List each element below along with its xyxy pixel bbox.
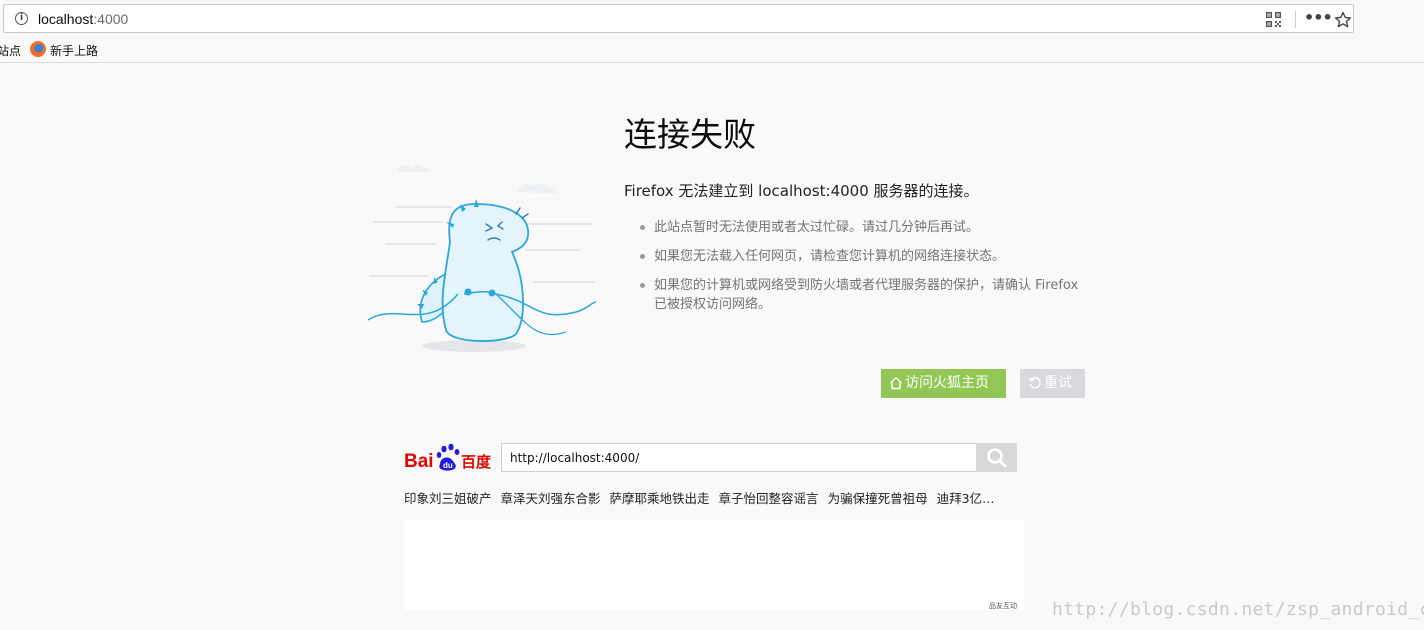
hot-search-link[interactable]: 印象刘三姐破产	[404, 491, 492, 506]
dinosaur-illustration-icon	[367, 165, 597, 352]
svg-text:百度: 百度	[461, 453, 492, 471]
bookmarks-toolbar: 站点 新手上路	[0, 36, 1424, 62]
svg-text:du: du	[443, 461, 453, 470]
error-tip: 如果您无法载入任何网页，请检查您计算机的网络连接状态。	[640, 247, 1080, 266]
search-icon	[987, 448, 1007, 468]
toolbar-divider	[0, 62, 1424, 63]
refresh-icon	[1028, 377, 1041, 389]
baidu-search-input[interactable]	[510, 448, 970, 468]
bookmark-item[interactable]: 站点	[0, 42, 21, 59]
ad-area[interactable]	[404, 520, 1024, 610]
qr-code-icon[interactable]	[1266, 12, 1281, 27]
svg-text:Bai: Bai	[404, 451, 434, 472]
url-bar[interactable]: i localhost:4000 •••	[3, 4, 1354, 33]
hot-search-link[interactable]: 萨摩耶乘地铁出走	[610, 491, 710, 506]
bookmark-item-getting-started[interactable]: 新手上路	[50, 42, 98, 59]
visit-firefox-home-button[interactable]: 访问火狐主页	[881, 369, 1006, 398]
error-tips-list: 此站点暂时无法使用或者太过忙碌。请过几分钟后再试。 如果您无法载入任何网页，请检…	[640, 218, 1080, 324]
baidu-hot-searches: 印象刘三姐破产 章泽天刘强东合影 萨摩耶乘地铁出走 章子怡回整容谣言 为骗保撞死曾祖母迪…	[404, 488, 1044, 507]
error-tip: 如果您的计算机或网络受到防火墙或者代理服务器的保护，请确认 Firefox 已被…	[640, 276, 1080, 314]
home-icon	[890, 377, 902, 390]
firefox-icon	[30, 41, 46, 57]
info-icon[interactable]: i	[15, 12, 28, 25]
retry-button-label: 重试	[1044, 375, 1072, 391]
hot-search-link[interactable]: 迪拜3亿…	[937, 491, 995, 506]
more-icon[interactable]: •••	[1304, 8, 1333, 28]
watermark: http://blog.csdn.net/zsp_android_com	[1052, 599, 1424, 620]
url-text[interactable]: localhost:4000	[38, 11, 128, 27]
bookmark-star-icon[interactable]	[1334, 11, 1352, 29]
hot-search-link[interactable]: 章泽天刘强东合影	[501, 491, 601, 506]
baidu-logo-icon[interactable]: Bai du 百度	[404, 442, 496, 472]
error-title: 连接失败	[624, 115, 756, 154]
error-description: Firefox 无法建立到 localhost:4000 服务器的连接。	[624, 182, 979, 200]
baidu-search-box[interactable]	[501, 443, 977, 472]
ad-label: 品友互动	[989, 602, 1017, 610]
hot-search-link[interactable]: 为骗保撞死曾祖母	[828, 491, 928, 506]
retry-button[interactable]: 重试	[1020, 369, 1085, 398]
home-button-label: 访问火狐主页	[905, 375, 989, 391]
urlbar-separator	[1295, 11, 1296, 28]
error-tip: 此站点暂时无法使用或者太过忙碌。请过几分钟后再试。	[640, 218, 1080, 237]
hot-search-link[interactable]: 章子怡回整容谣言	[719, 491, 819, 506]
baidu-search-button[interactable]	[976, 443, 1017, 472]
